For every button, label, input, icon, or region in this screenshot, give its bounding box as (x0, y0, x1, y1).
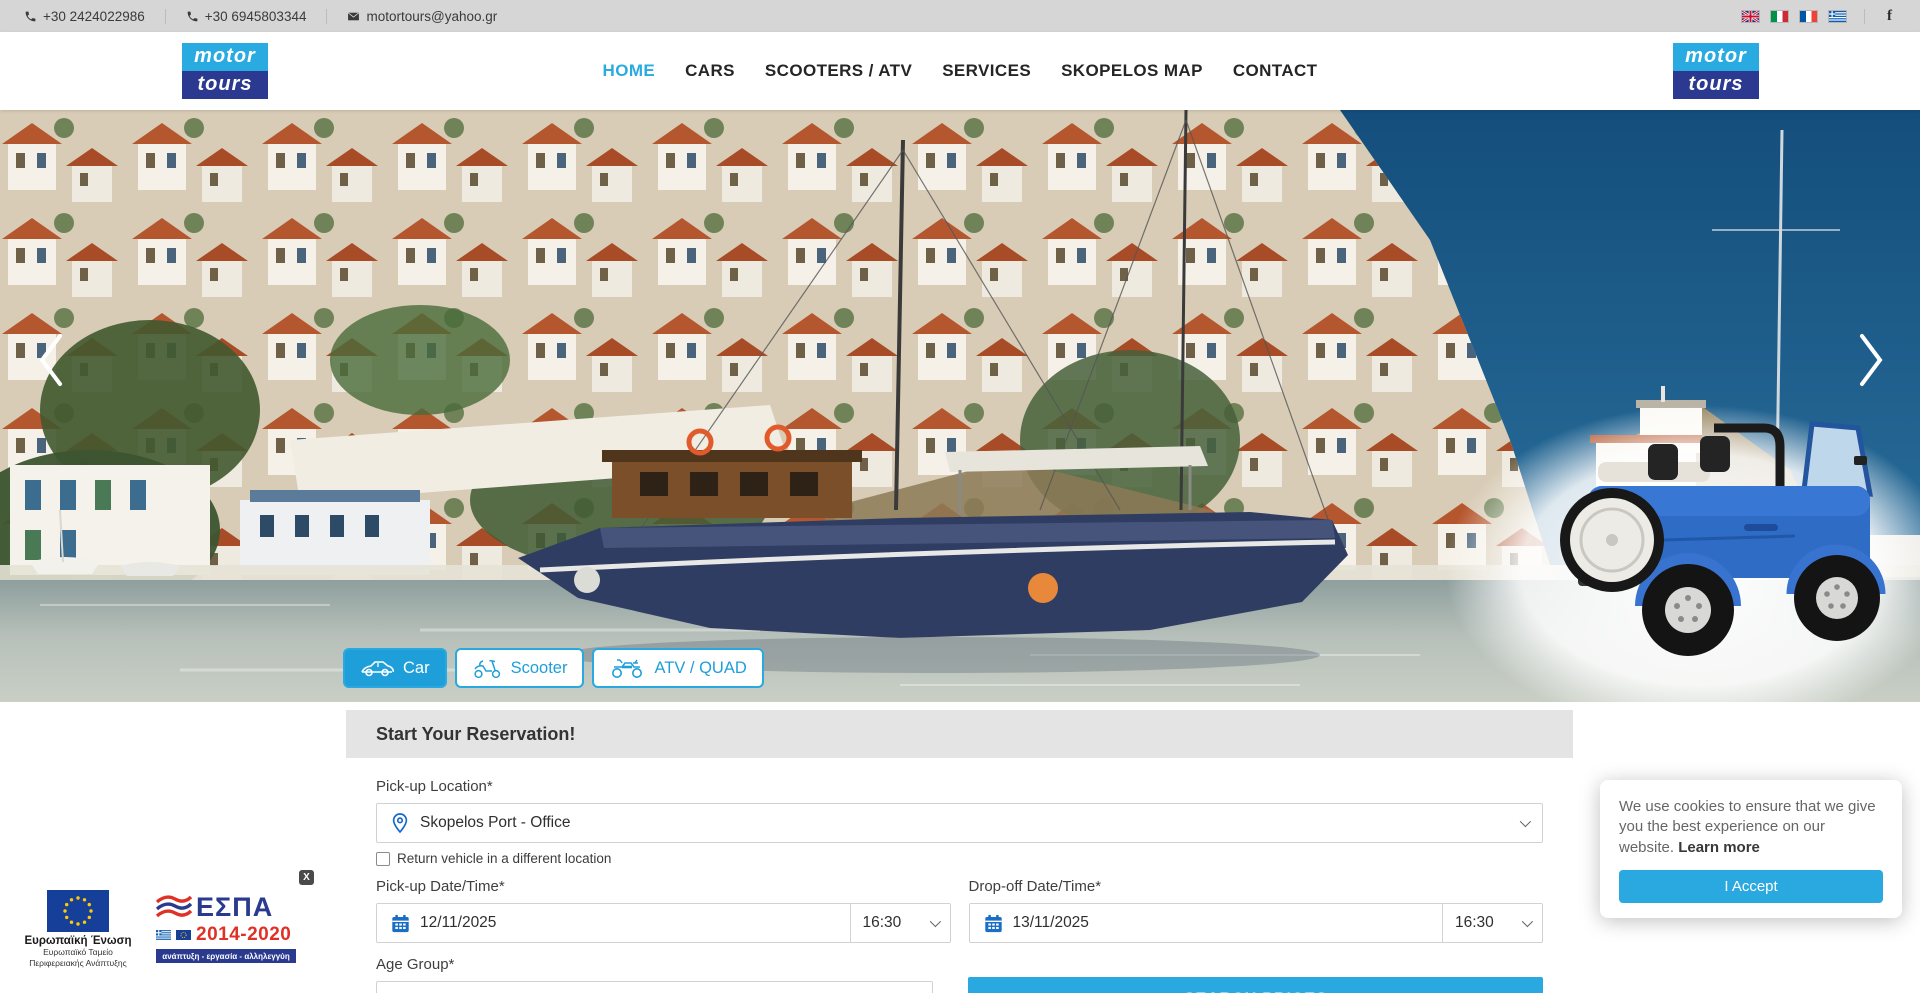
dropoff-datetime-col: Drop-off Date/Time* 13/11/2 (969, 878, 1544, 943)
facebook-icon[interactable]: f (1883, 8, 1896, 25)
vehicle-type-tabs: Car Scooter ATV / QUAD (343, 648, 764, 688)
atv-icon (609, 657, 645, 679)
eu-subtitle-1: Ευρωπαϊκό Ταμείο (8, 947, 148, 958)
pickup-date-value: 12/11/2025 (420, 914, 496, 932)
email[interactable]: motortours@yahoo.gr (347, 9, 497, 24)
espa-title: ΕΣΠΑ (196, 892, 273, 923)
pickup-location-select[interactable]: Skopelos Port - Office (376, 803, 1543, 843)
espa-slogan: ανάπτυξη - εργασία - αλληλεγγύη (156, 949, 296, 963)
envelope-icon (347, 10, 360, 23)
tab-scooter[interactable]: Scooter (455, 648, 585, 688)
pickup-datetime-col: Pick-up Date/Time* 12/11/20 (376, 878, 951, 943)
tab-car[interactable]: Car (343, 648, 447, 688)
cookie-consent: We use cookies to ensure that we give yo… (1600, 780, 1902, 918)
nav-item-home[interactable]: HOME (603, 61, 656, 81)
reservation-title: Start Your Reservation! (376, 724, 575, 745)
page: +30 2424022986 +30 6945803344 motortours… (0, 0, 1920, 993)
separator (1864, 9, 1865, 24)
location-pin-icon (391, 812, 409, 834)
calendar-icon (984, 914, 1003, 933)
different-location-checkbox[interactable] (376, 852, 390, 866)
phone-icon (24, 10, 37, 23)
dropoff-date-value: 13/11/2025 (1013, 914, 1089, 932)
dropoff-datetime-label: Drop-off Date/Time* (969, 878, 1544, 895)
logo-right[interactable]: motor tours (1673, 43, 1759, 99)
flag-french-icon[interactable] (1800, 11, 1817, 22)
email-address: motortours@yahoo.gr (366, 9, 497, 24)
greek-flag-small-icon (156, 930, 171, 940)
espa-logo: ΕΣΠΑ 2014-2020 ανάπτυξη - εργασία - αλλη… (156, 892, 296, 963)
chevron-down-icon (1520, 816, 1531, 827)
logo-line-tours: tours (1673, 71, 1759, 99)
pickup-time-value: 16:30 (863, 914, 902, 932)
age-group-select[interactable]: 24-75 (376, 981, 933, 993)
age-group-label: Age Group* (376, 956, 933, 973)
logo-line-motor: motor (1673, 43, 1759, 71)
dropoff-datetime-group: 13/11/2025 16:30 (969, 903, 1544, 943)
search-prices-button[interactable]: SEARCH PRICES (968, 977, 1543, 993)
cookie-learn-more-link[interactable]: Learn more (1678, 839, 1760, 856)
nav-item-skopelos-map[interactable]: SKOPELOS MAP (1061, 61, 1203, 81)
pickup-time-select[interactable]: 16:30 (850, 904, 950, 942)
nav-item-contact[interactable]: CONTACT (1233, 61, 1318, 81)
phone-2-number: +30 6945803344 (205, 9, 307, 24)
dropoff-date-input[interactable]: 13/11/2025 (970, 904, 1443, 942)
nav-item-services[interactable]: SERVICES (942, 61, 1031, 81)
flag-english-icon[interactable] (1742, 11, 1759, 22)
panel-header: Start Your Reservation! (346, 710, 1573, 758)
espa-years: 2014-2020 (196, 924, 291, 946)
separator (165, 9, 166, 24)
dropoff-time-value: 16:30 (1455, 914, 1494, 932)
reservation-panel: Start Your Reservation! Pick-up Location… (346, 710, 1573, 993)
carousel-next-icon[interactable] (1848, 322, 1892, 398)
chevron-down-icon (1522, 916, 1533, 927)
chevron-down-icon (929, 916, 940, 927)
eu-subtitle-2: Περιφερειακής Ανάπτυξης (8, 958, 148, 969)
age-group-col: Age Group* 24-75 (376, 956, 933, 993)
pickup-datetime-label: Pick-up Date/Time* (376, 878, 951, 895)
scooter-icon (472, 657, 502, 679)
dropoff-time-select[interactable]: 16:30 (1442, 904, 1542, 942)
hero-carousel (0, 110, 1920, 702)
phone-1-number: +30 2424022986 (43, 9, 145, 24)
eu-espa-banner: X Ευρωπαϊκή Ένωση Ευρωπαϊκό Ταμείο Περιφ… (8, 868, 323, 988)
hero-photo (0, 110, 1920, 702)
cookie-accept-button[interactable]: I Accept (1619, 870, 1883, 903)
nav-item-cars[interactable]: CARS (685, 61, 735, 81)
different-location-label: Return vehicle in a different location (397, 851, 611, 866)
phone-1[interactable]: +30 2424022986 (24, 9, 145, 24)
different-location-row[interactable]: Return vehicle in a different location (376, 851, 1543, 866)
tab-scooter-label: Scooter (511, 659, 568, 678)
navbar: motor tours HOME CARS SCOOTERS / ATV SER… (0, 32, 1920, 110)
pickup-location-value: Skopelos Port - Office (420, 814, 570, 832)
flag-greek-icon[interactable] (1829, 11, 1846, 22)
pickup-datetime-group: 12/11/2025 16:30 (376, 903, 951, 943)
topbar-right: f (1742, 8, 1896, 25)
flag-italian-icon[interactable] (1771, 11, 1788, 22)
phone-2[interactable]: +30 6945803344 (186, 9, 307, 24)
tab-car-label: Car (403, 659, 430, 678)
eu-title: Ευρωπαϊκή Ένωση (8, 935, 148, 947)
tab-atv-label: ATV / QUAD (654, 659, 746, 678)
main-menu: HOME CARS SCOOTERS / ATV SERVICES SKOPEL… (0, 32, 1920, 110)
phone-icon (186, 10, 199, 23)
calendar-icon (391, 914, 410, 933)
panel-body: Pick-up Location* Skopelos Port - Office… (346, 758, 1573, 993)
carousel-prev-icon[interactable] (30, 322, 74, 398)
pickup-date-input[interactable]: 12/11/2025 (377, 904, 850, 942)
eu-flag-icon (47, 890, 109, 932)
eu-flag-small-icon (176, 930, 191, 940)
espa-waves-icon (156, 895, 192, 921)
banner-close-button[interactable]: X (299, 870, 314, 885)
car-icon (360, 659, 394, 677)
separator (326, 9, 327, 24)
nav-item-scooters-atv[interactable]: SCOOTERS / ATV (765, 61, 912, 81)
topbar: +30 2424022986 +30 6945803344 motortours… (0, 0, 1920, 32)
eu-logo: Ευρωπαϊκή Ένωση Ευρωπαϊκό Ταμείο Περιφερ… (8, 890, 148, 968)
tab-atv-quad[interactable]: ATV / QUAD (592, 648, 763, 688)
pickup-location-label: Pick-up Location* (376, 778, 1543, 795)
